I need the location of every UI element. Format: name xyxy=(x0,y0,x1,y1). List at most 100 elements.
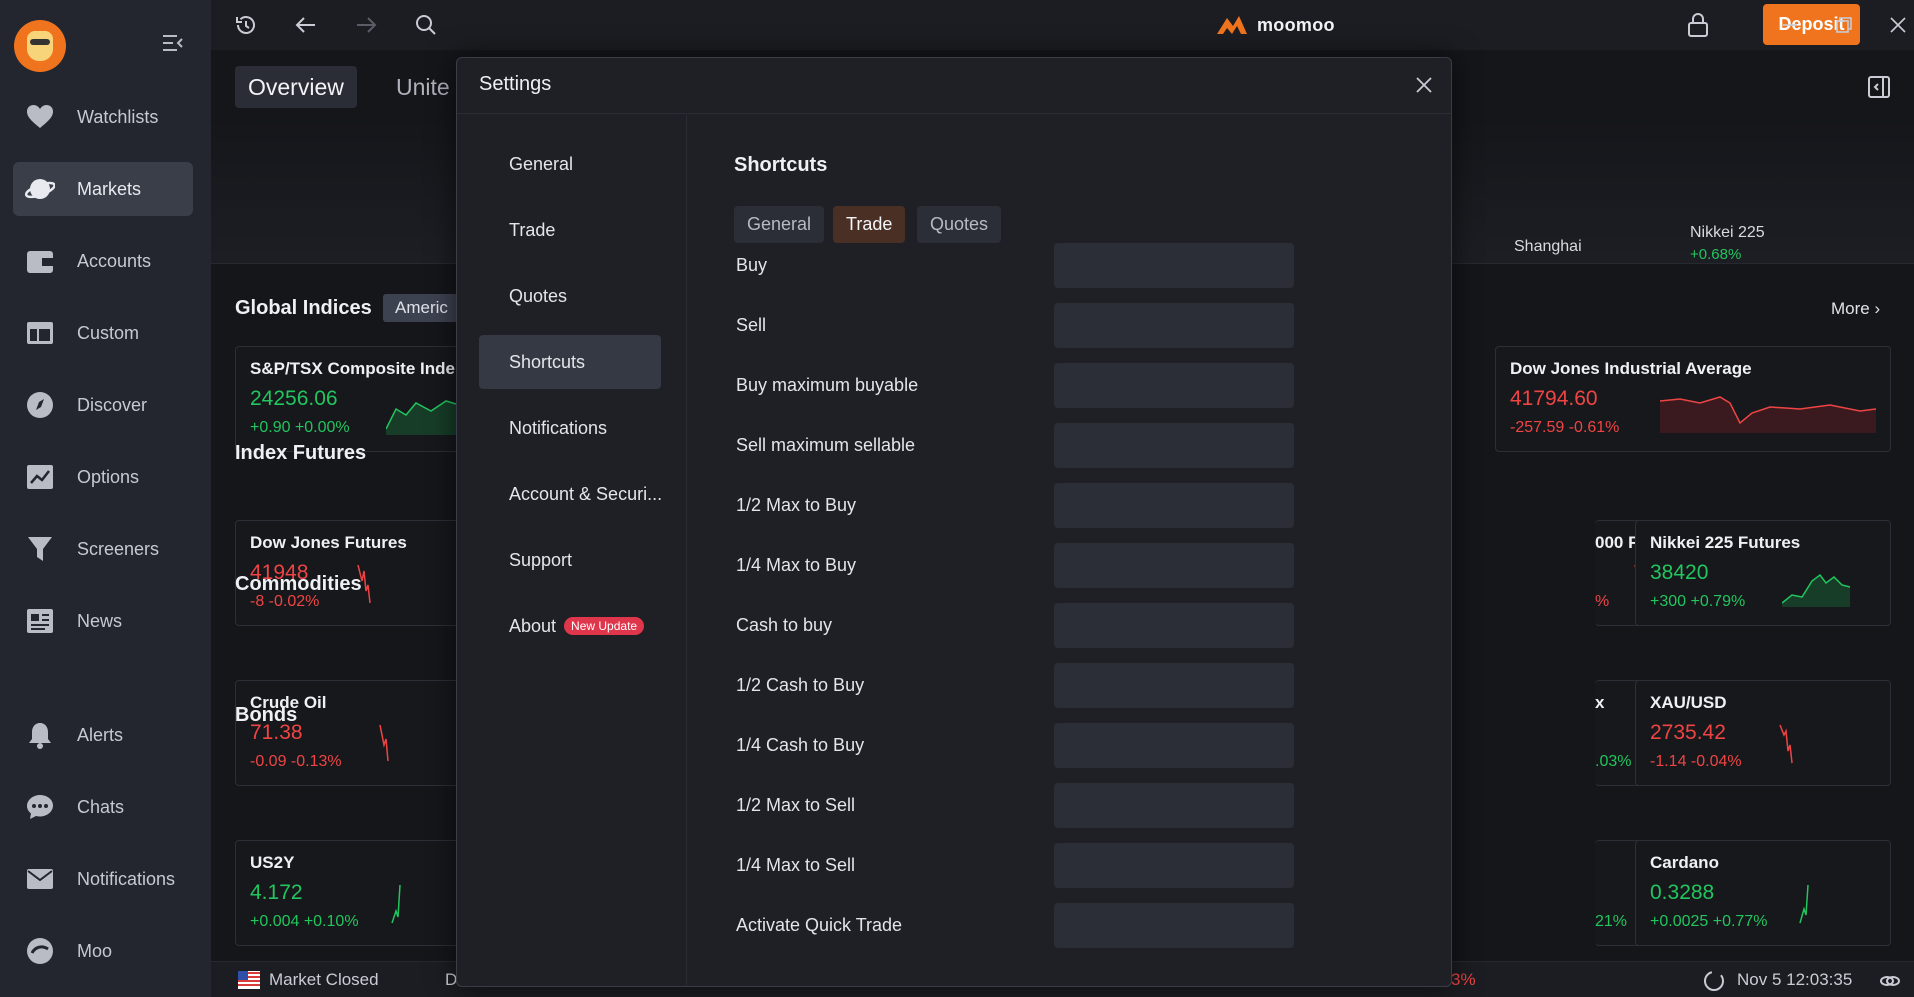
commodity-card-xau[interactable]: XAU/USD 2735.42 -1.14 -0.04% xyxy=(1635,680,1891,786)
sidebar-item-accounts[interactable]: Accounts xyxy=(13,234,193,288)
shortcut-key-input[interactable] xyxy=(1054,903,1294,948)
chevron-right-icon: › xyxy=(1874,299,1881,318)
clock: Nov 5 12:03:35 xyxy=(1737,970,1853,989)
market-status: Market Closed xyxy=(269,970,379,989)
card-name: US2Y xyxy=(250,853,295,872)
sidebar-item-options[interactable]: Options xyxy=(13,450,193,504)
shortcut-label: Buy xyxy=(736,255,768,275)
shortcut-key-input[interactable] xyxy=(1054,543,1294,588)
hero-nikkei-change: +0.68% xyxy=(1690,246,1742,263)
crypto-card-cardano[interactable]: Cardano 0.3288 +0.0025 +0.77% xyxy=(1635,840,1891,946)
link-icon[interactable] xyxy=(1879,970,1901,997)
hero-label-shanghai: Shanghai xyxy=(1514,238,1582,255)
card-change: -1.14 -0.04% xyxy=(1650,753,1742,770)
back-arrow-icon[interactable] xyxy=(293,12,319,38)
settings-menu-notifications[interactable]: Notifications xyxy=(479,401,661,455)
top-bar: moomoo Deposit xyxy=(211,0,1914,50)
brand-name: moomoo xyxy=(1257,14,1335,35)
commodities-title: Commodities xyxy=(235,573,362,595)
chart-line-icon xyxy=(25,462,55,492)
us-flag-icon xyxy=(238,971,260,989)
settings-menu-general[interactable]: General xyxy=(479,137,661,191)
compass-icon xyxy=(25,390,55,420)
sidebar-item-label: Screeners xyxy=(77,538,160,559)
settings-menu-support[interactable]: Support xyxy=(479,533,661,587)
shortcut-label: Cash to buy xyxy=(736,615,833,635)
shortcut-key-input[interactable] xyxy=(1054,723,1294,768)
sidebar-item-label: News xyxy=(77,610,123,631)
card-change: +0.004 +0.10% xyxy=(250,913,359,930)
shortcut-key-input[interactable] xyxy=(1054,423,1294,468)
lock-icon[interactable] xyxy=(1685,12,1711,38)
region-chip[interactable]: Americ xyxy=(383,294,460,322)
subtab-trade[interactable]: Trade xyxy=(833,206,906,243)
sidebar-item-notifications[interactable]: Notifications xyxy=(13,852,193,906)
shortcut-label: Buy maximum buyable xyxy=(736,375,919,395)
search-icon[interactable] xyxy=(413,12,439,38)
panel-toggle-icon[interactable] xyxy=(1866,74,1892,100)
sidebar-item-markets[interactable]: Markets xyxy=(13,162,193,216)
subtab-quotes[interactable]: Quotes xyxy=(917,206,1002,243)
settings-menu-quotes[interactable]: Quotes xyxy=(479,269,661,323)
card-change: % xyxy=(1595,593,1610,610)
sidebar-item-chats[interactable]: Chats xyxy=(13,780,193,834)
close-icon[interactable] xyxy=(1411,72,1437,98)
layout-icon xyxy=(25,318,55,348)
bonds-title: Bonds xyxy=(235,704,298,726)
sparkline xyxy=(1779,724,1793,764)
settings-menu-trade[interactable]: Trade xyxy=(479,203,661,257)
shortcut-key-input[interactable] xyxy=(1054,363,1294,408)
settings-menu-account-security[interactable]: Account & Securi... xyxy=(479,467,662,521)
close-window-icon[interactable] xyxy=(1885,12,1911,38)
card-change: -0.09 -0.13% xyxy=(250,753,342,770)
brand-logo: moomoo xyxy=(1215,10,1335,40)
card-change: 21% xyxy=(1595,913,1628,930)
history-icon[interactable] xyxy=(233,12,259,38)
connection-icon xyxy=(1703,970,1725,997)
collapse-sidebar-icon[interactable] xyxy=(162,34,184,52)
card-name: Dow Jones Futures xyxy=(250,533,407,552)
ticker-clipped-right: 3% xyxy=(1451,970,1476,989)
mail-icon xyxy=(25,864,55,894)
shortcut-key-input[interactable] xyxy=(1054,663,1294,708)
shortcut-key-input[interactable] xyxy=(1054,783,1294,828)
shortcut-label: 1/4 Cash to Buy xyxy=(736,735,865,755)
shortcut-key-input[interactable] xyxy=(1054,483,1294,528)
card-name: S&P/TSX Composite Inde xyxy=(250,359,455,378)
shortcut-key-input[interactable] xyxy=(1054,243,1294,288)
subtab-general[interactable]: General xyxy=(734,206,825,243)
minimize-icon[interactable] xyxy=(1777,12,1803,38)
card-change: .03% xyxy=(1595,753,1632,770)
forward-arrow-icon[interactable] xyxy=(353,12,379,38)
index-card-dji[interactable]: Dow Jones Industrial Average 41794.60 -2… xyxy=(1495,346,1891,452)
card-price: 4.172 xyxy=(250,881,303,904)
more-label: More xyxy=(1831,299,1870,318)
sidebar-item-watchlists[interactable]: Watchlists xyxy=(13,90,193,144)
new-update-badge: New Update xyxy=(564,617,645,635)
wallet-icon xyxy=(25,246,55,276)
global-indices-title: Global Indices xyxy=(235,297,372,319)
card-price: 41794.60 xyxy=(1510,387,1598,410)
more-link[interactable]: More › xyxy=(1831,299,1880,319)
sidebar-item-discover[interactable]: Discover xyxy=(13,378,193,432)
shortcut-key-input[interactable] xyxy=(1054,843,1294,888)
avatar-face-icon xyxy=(27,31,53,61)
sidebar-item-alerts[interactable]: Alerts xyxy=(13,708,193,762)
sidebar-item-custom[interactable]: Custom xyxy=(13,306,193,360)
restore-icon[interactable] xyxy=(1831,12,1857,38)
tab-overview[interactable]: Overview xyxy=(235,66,357,108)
settings-menu-about[interactable]: About New Update xyxy=(479,599,661,653)
card-name: XAU/USD xyxy=(1650,693,1727,712)
sidebar-item-label: Notifications xyxy=(77,868,176,889)
avatar[interactable] xyxy=(14,20,66,72)
settings-menu-shortcuts[interactable]: Shortcuts xyxy=(479,335,661,389)
sidebar-item-moo[interactable]: Moo xyxy=(13,924,193,978)
sidebar-item-screeners[interactable]: Screeners xyxy=(13,522,193,576)
shortcut-key-input[interactable] xyxy=(1054,303,1294,348)
tab-united[interactable]: Unite xyxy=(383,66,463,108)
sidebar-item-news[interactable]: News xyxy=(13,594,193,648)
sidebar-item-label: Accounts xyxy=(77,250,152,271)
card-price: 24256.06 xyxy=(250,387,338,410)
shortcut-key-input[interactable] xyxy=(1054,603,1294,648)
futures-card-nikkei[interactable]: Nikkei 225 Futures 38420 +300 +0.79% xyxy=(1635,520,1891,626)
